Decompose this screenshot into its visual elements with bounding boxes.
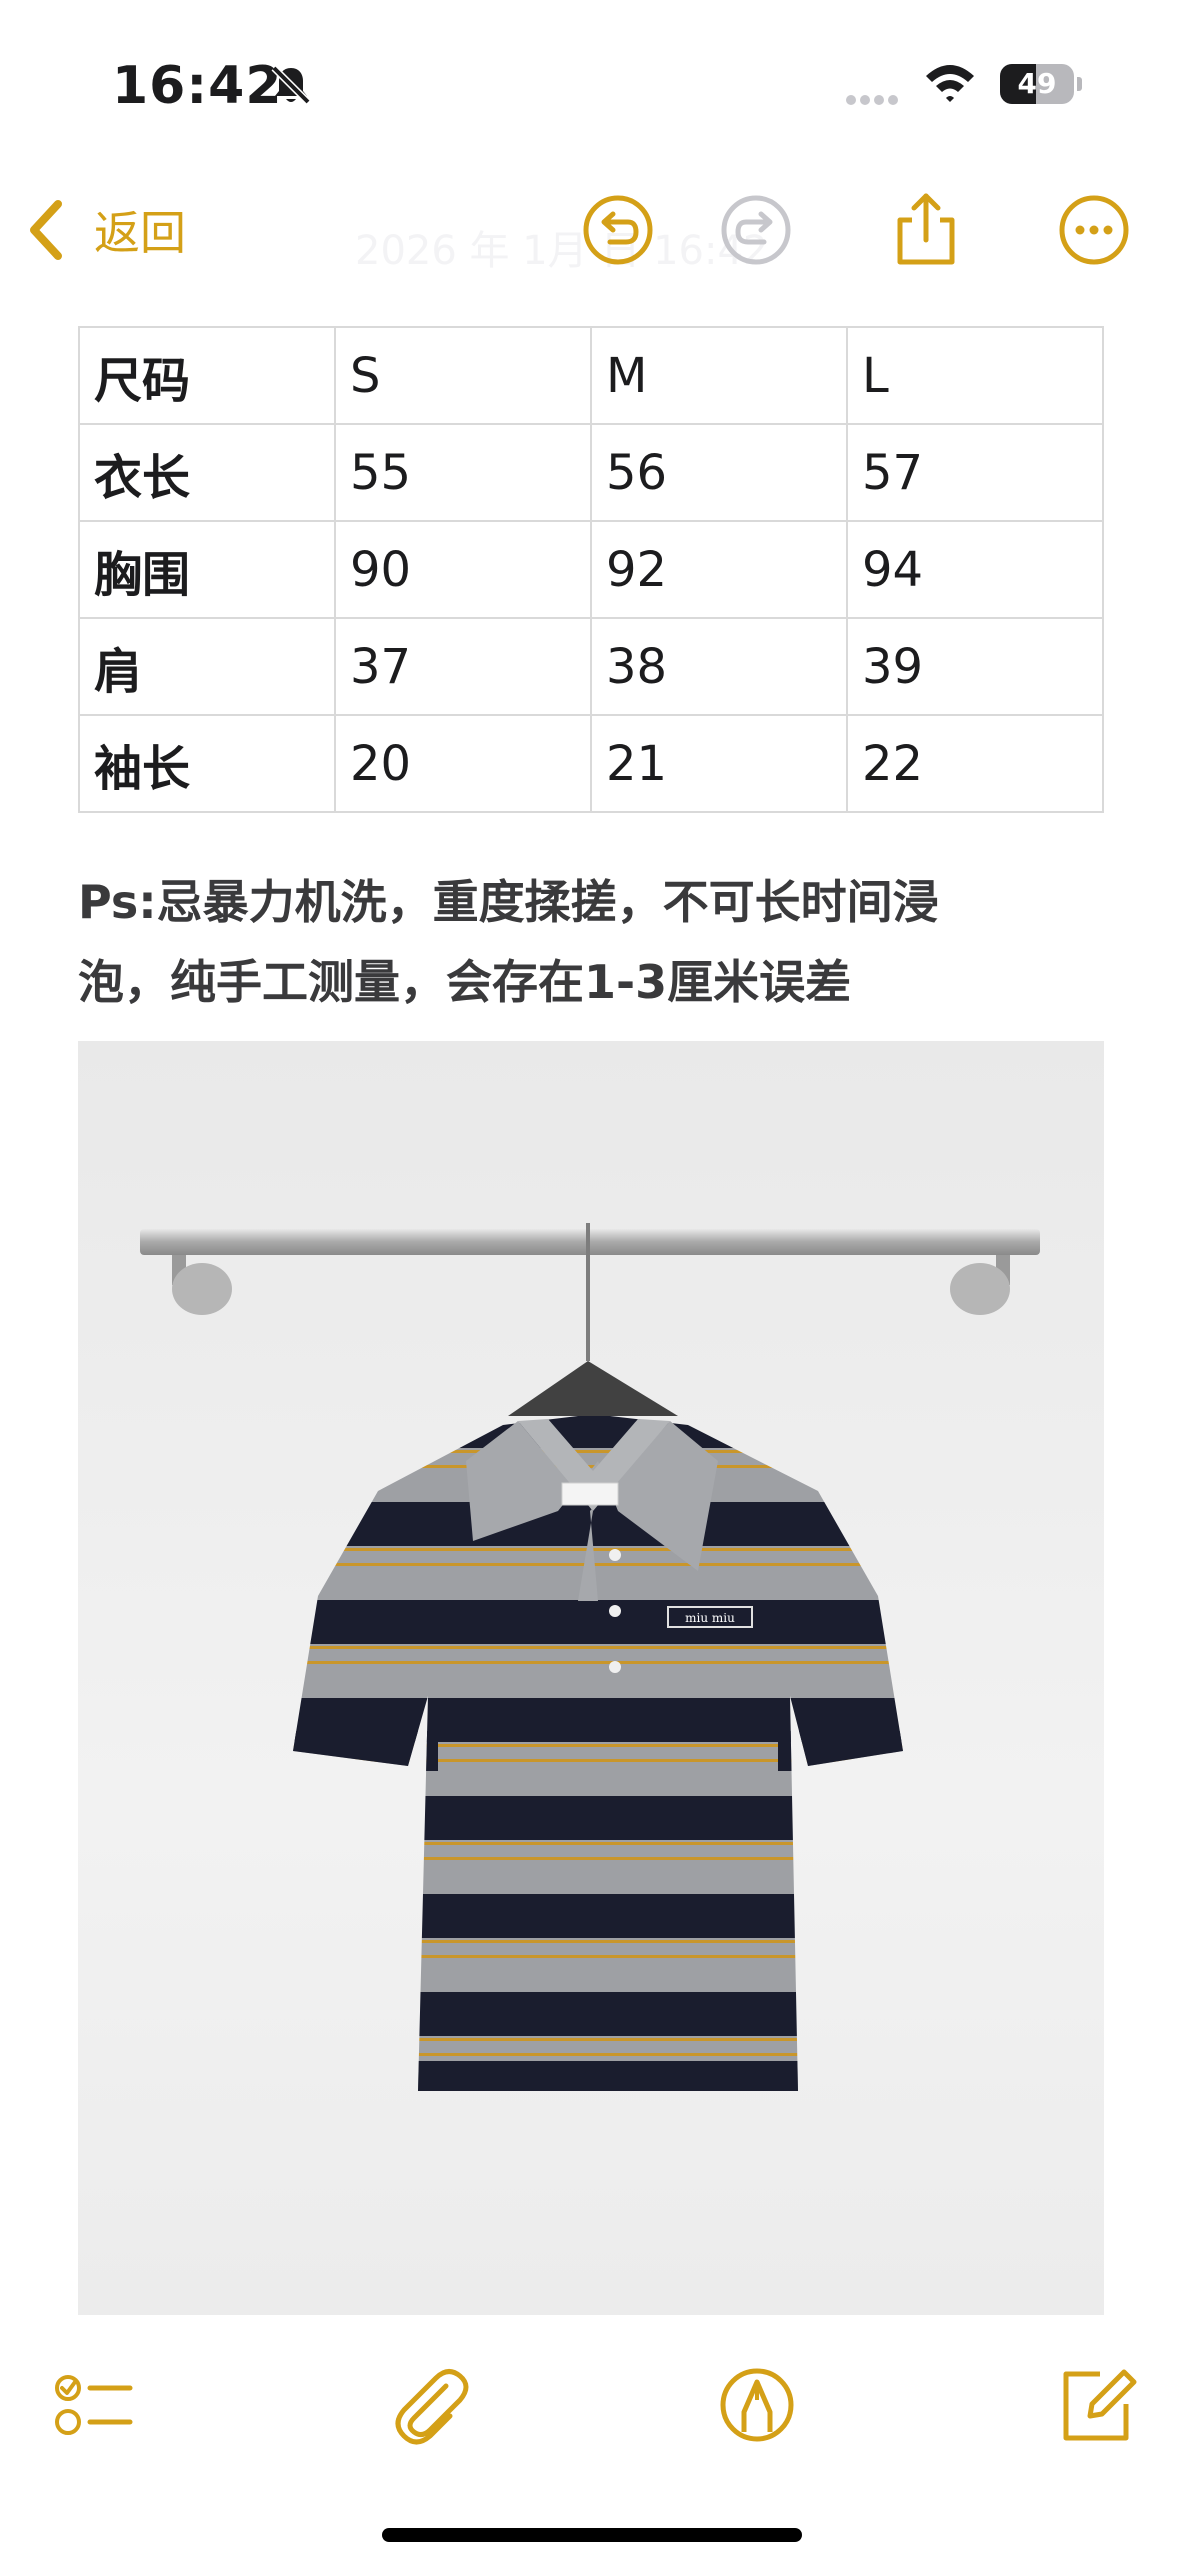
table-cell[interactable]: 37	[334, 617, 592, 716]
table-cell[interactable]: 94	[846, 520, 1104, 619]
wifi-icon	[926, 65, 974, 102]
checklist-icon[interactable]	[46, 2360, 136, 2450]
note-line: 泡，纯手工测量，会存在1-3厘米误差	[78, 955, 852, 1009]
table-cell[interactable]: 39	[846, 617, 1104, 716]
table-cell[interactable]: S	[334, 326, 592, 425]
table-cell[interactable]: 21	[590, 714, 848, 813]
bell-slash-icon	[271, 65, 311, 105]
table-cell[interactable]: 20	[334, 714, 592, 813]
back-label: 返回	[94, 206, 186, 260]
table-cell[interactable]: 22	[846, 714, 1104, 813]
redo-icon[interactable]	[716, 190, 796, 270]
bottom-toolbar	[0, 2350, 1179, 2460]
status-bar: 16:42 49	[0, 0, 1179, 170]
note-line: Ps:忌暴力机洗，重度揉搓，不可长时间浸	[78, 875, 939, 929]
undo-icon[interactable]	[578, 190, 658, 270]
table-cell[interactable]: 肩	[78, 617, 336, 716]
table-cell[interactable]: 57	[846, 423, 1104, 522]
product-photo[interactable]: miu miu	[78, 1041, 1104, 2315]
paperclip-icon[interactable]	[384, 2360, 474, 2450]
table-cell[interactable]: L	[846, 326, 1104, 425]
battery-level: 49	[1017, 67, 1057, 100]
table-header-row: 尺码 S M L	[78, 326, 1104, 425]
nav-bar: 返回 2026 年 1月 日 16:42	[0, 170, 1179, 290]
table-cell[interactable]: 92	[590, 520, 848, 619]
table-row: 衣长 55 56 57	[78, 423, 1104, 522]
table-cell[interactable]: 衣长	[78, 423, 336, 522]
table-cell[interactable]: 56	[590, 423, 848, 522]
back-button[interactable]: 返回	[26, 192, 186, 268]
table-cell[interactable]: M	[590, 326, 848, 425]
table-cell[interactable]: 38	[590, 617, 848, 716]
markup-pen-icon[interactable]	[712, 2360, 802, 2450]
table-cell[interactable]: 胸围	[78, 520, 336, 619]
home-indicator[interactable]	[382, 2528, 802, 2542]
brand-label: miu miu	[685, 1611, 735, 1625]
chevron-left-icon	[30, 200, 62, 260]
share-icon[interactable]	[886, 190, 966, 270]
status-time: 16:42	[112, 56, 283, 116]
note-text[interactable]: Ps:忌暴力机洗，重度揉搓，不可长时间浸 泡，纯手工测量，会存在1-3厘米误差	[78, 862, 1104, 1022]
table-row: 肩 37 38 39	[78, 617, 1104, 716]
table-cell[interactable]: 袖长	[78, 714, 336, 813]
size-table: 尺码 S M L 衣长 55 56 57 胸围 90 92 94 肩 37 38…	[78, 326, 1104, 813]
note-date: 2026 年 1月 日 16:42	[355, 228, 769, 274]
table-row: 袖长 20 21 22	[78, 714, 1104, 813]
table-cell[interactable]: 90	[334, 520, 592, 619]
table-cell[interactable]: 尺码	[78, 326, 336, 425]
battery-icon: 49	[1000, 64, 1082, 104]
more-icon[interactable]	[1054, 190, 1134, 270]
table-cell[interactable]: 55	[334, 423, 592, 522]
table-row: 胸围 90 92 94	[78, 520, 1104, 619]
compose-icon[interactable]	[1050, 2360, 1140, 2450]
cellular-signal-icon	[846, 90, 902, 109]
